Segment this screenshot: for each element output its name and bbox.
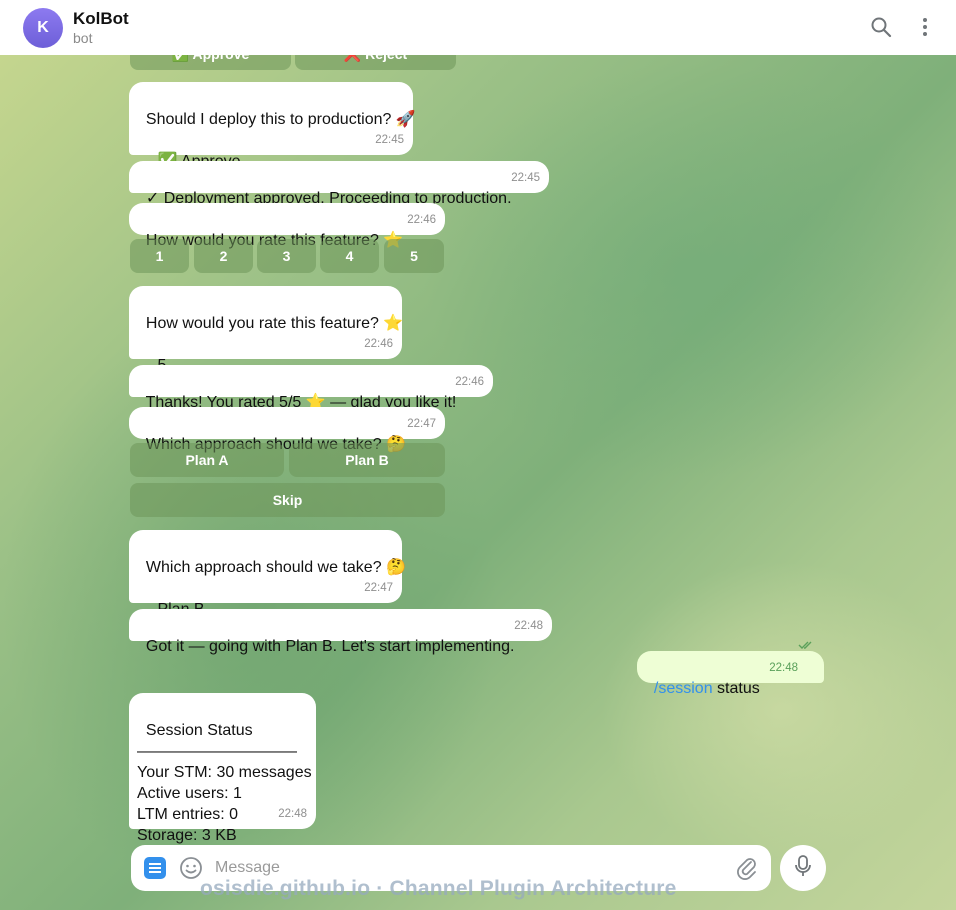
- rating-button-label: 5: [410, 248, 418, 264]
- message-time: 22:48: [514, 620, 543, 632]
- message-bubble: Which approach should we take? 🤔 22:47: [129, 407, 445, 453]
- skip-button[interactable]: Skip: [130, 483, 445, 517]
- rating-button-5[interactable]: 5: [384, 239, 444, 273]
- message-time: 22:46: [364, 338, 393, 350]
- rating-button-label: 1: [155, 248, 164, 264]
- message-time: 22:47: [364, 582, 393, 594]
- rating-button-label: 3: [282, 248, 291, 264]
- microphone-icon: [793, 854, 813, 883]
- message-bubble: Got it — going with Plan B. Let's start …: [129, 609, 552, 655]
- message-bubble: ✓ Deployment approved. Proceeding to pro…: [129, 161, 549, 207]
- rating-button-3[interactable]: 3: [257, 239, 316, 273]
- chat-title-block[interactable]: KolBot bot: [73, 9, 129, 47]
- rating-button-2[interactable]: 2: [194, 239, 253, 273]
- message-bubble: Session Status —————————— Your STM: 30 m…: [129, 693, 316, 844]
- message-time: 22:46: [407, 214, 436, 226]
- message-text: Got it — going with Plan B. Let's start …: [145, 638, 515, 655]
- chat-title: KolBot: [73, 8, 129, 28]
- rating-button-label: 4: [345, 248, 354, 264]
- rating-button-4[interactable]: 4: [320, 239, 379, 273]
- message-time: 22:46: [455, 376, 484, 388]
- rating-button-1[interactable]: 1: [130, 239, 189, 273]
- message-input[interactable]: Message: [215, 859, 280, 877]
- command-link[interactable]: /session: [654, 680, 713, 697]
- chat-subtitle: bot: [73, 29, 93, 46]
- double-check-icon: [780, 614, 814, 677]
- message-bubble: How would you rate this feature? ⭐ → 5 2…: [129, 286, 403, 374]
- avatar[interactable]: K: [23, 7, 63, 48]
- message-time: 22:47: [407, 418, 436, 430]
- plan-a-button[interactable]: Plan A: [130, 443, 284, 477]
- message-time: 22:45: [511, 172, 540, 184]
- microphone-button[interactable]: [780, 845, 826, 891]
- message-bubble: Should I deploy this to production? 🚀 → …: [129, 82, 416, 170]
- message-bubble: How would you rate this feature? ⭐ 22:46: [129, 203, 445, 249]
- message-bubble: Which approach should we take? 🤔 → Plan …: [129, 530, 406, 618]
- menu-icon[interactable]: [144, 857, 166, 879]
- skip-label: Skip: [272, 492, 303, 508]
- message-time: 22:45: [375, 134, 404, 146]
- plan-a-label: Plan A: [185, 452, 229, 468]
- message-text: Session Status —————————— Your STM: 30 m…: [137, 722, 312, 844]
- message-text: status: [712, 680, 760, 697]
- watermark: osisdie.github.io · Channel Plugin Archi…: [200, 877, 677, 900]
- chat-header: K KolBot bot: [0, 0, 956, 55]
- background-pattern: [420, 60, 956, 480]
- plan-b-label: Plan B: [345, 452, 389, 468]
- more-vertical-icon[interactable]: [912, 14, 938, 40]
- message-time: 22:48: [278, 808, 307, 820]
- outgoing-message-bubble: /session status 22:48: [637, 641, 824, 697]
- search-icon[interactable]: [868, 14, 894, 40]
- paperclip-icon[interactable]: [736, 856, 758, 885]
- rating-button-label: 2: [219, 248, 228, 264]
- plan-b-button[interactable]: Plan B: [289, 443, 445, 477]
- message-bubble: Thanks! You rated 5/5 ⭐ — glad you like …: [129, 365, 493, 411]
